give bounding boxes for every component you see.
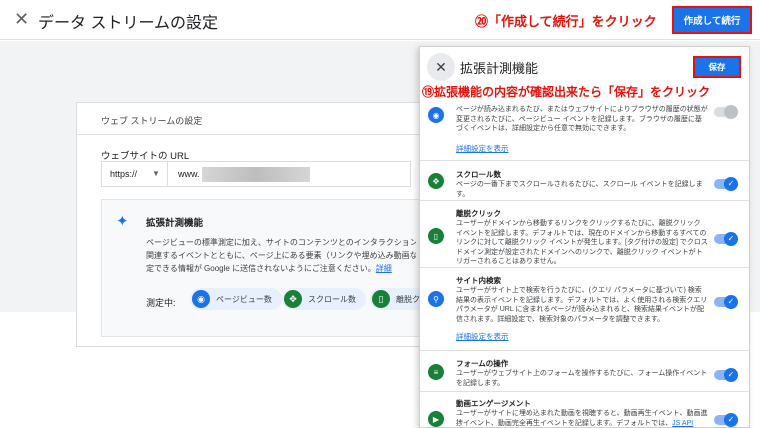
url-value: www. [178,169,200,179]
chip-page-views: ◉ ページビュー数 [190,288,282,310]
measuring-label: 測定中: [146,298,176,308]
form-icon: ≡ [428,364,444,380]
chip-label: スクロール数 [308,294,356,304]
chip-label: ページビュー数 [216,294,272,304]
section-desc: ページの一番下までスクロールされるたびに、スクロール イベントを記録します。 [456,181,703,198]
section-video-engagement: ▶ 動画エンゲージメント ユーザーがサイトに埋め込まれた動画を視聴すると、動画再… [420,393,749,427]
section-desc: ユーザーがサイトに埋め込まれた動画を視聴すると、動画再生イベント、動画進捗イベン… [456,409,708,427]
site-search-toggle[interactable]: ✓ [714,295,738,309]
save-button[interactable]: 保存 [693,56,741,78]
mouse-icon: ▯ [428,228,444,244]
enhanced-desc-line2: 関連するイベントとともに、ページ上にある要素（リンクや埋め込み動画など） [146,251,416,260]
section-title: スクロール数 [456,170,501,179]
web-stream-card: ウェブ ストリームの設定 ウェブサイトの URL https:// ▼ www.… [76,102,428,347]
url-input[interactable]: www. [167,161,411,187]
sparkle-icon: ✦ [116,213,129,230]
section-title: 動画エンゲージメント [456,399,531,408]
enhanced-description: ページビューの標準測定に加え、サイトのコンテンツとのインタラクションを自 関連す… [146,236,416,275]
enhanced-desc-line3: 定できる情報が Google に送信されないようにご注意ください。詳細 [146,262,416,275]
eye-icon: ◉ [192,290,210,308]
page-views-toggle[interactable] [714,105,738,119]
section-title: フォームの操作 [456,359,509,368]
section-form-interactions: ≡ フォームの操作 ユーザーがウェブサイト上のフォームを操作するたびに、フォーム… [420,352,749,392]
chip-scrolls: ✥ スクロール数 [282,288,366,310]
protocol-value: https:// [110,169,138,179]
enhanced-measurement-box: ✦ 拡張計測機能 ページビューの標準測定に加え、サイトのコンテンツとのインタラク… [101,199,428,337]
search-icon: ⚲ [428,291,444,307]
eye-icon: ◉ [428,107,444,123]
video-engagement-toggle[interactable]: ✓ [714,413,738,427]
advanced-settings-link[interactable]: 詳細設定を表示 [456,331,509,342]
check-icon: ✓ [724,232,738,246]
section-site-search: ⚲ サイト内検索 ユーザーがサイト上で検索を行うたびに、(クエリ パラメータに基… [420,269,749,351]
panel-title: 拡張計測機能 [460,61,539,76]
create-and-continue-button[interactable]: 作成して続行 [672,6,752,34]
page-title: データ ストリームの設定 [38,15,218,32]
mouse-icon: ▯ [372,290,390,308]
annotation-continue: ⑳「作成して続行」をクリック [475,14,657,29]
play-icon: ▶ [428,411,444,427]
url-row: https:// ▼ www. [101,161,411,187]
check-icon: ✓ [724,368,738,382]
outbound-clicks-toggle[interactable]: ✓ [714,232,738,246]
close-icon[interactable]: ✕ [427,53,455,81]
top-bar: ✕ データ ストリームの設定 ⑳「作成して続行」をクリック 作成して続行 [0,0,760,40]
form-interactions-toggle[interactable]: ✓ [714,368,738,382]
annotation-save: ⑲拡張機能の内容が確認出来たら「保存」をクリック [422,85,711,99]
js-api-link[interactable]: JS API [672,420,693,427]
section-scrolls: ✥ スクロール数 ページの一番下までスクロールされるたびに、スクロール イベント… [420,161,749,201]
section-title: サイト内検索 [456,276,501,285]
section-desc: ユーザーがドメインから移動するリンクをクリックするたびに、離脱クリック イベント… [456,220,708,266]
section-outbound-clicks: ▯ 離脱クリック ユーザーがドメインから移動するリンクをクリックするたびに、離脱… [420,202,749,268]
enhanced-desc-line1: ページビューの標準測定に加え、サイトのコンテンツとのインタラクションを自 [146,238,416,247]
close-icon[interactable]: ✕ [14,9,30,29]
section-title: 離脱クリック [456,209,501,218]
scrolls-toggle[interactable]: ✓ [714,177,738,191]
enhanced-desc-line3-text: 定できる情報が Google に送信されないようにご注意ください。 [146,264,376,273]
section-desc: ユーザーがウェブサイト上のフォームを操作するたびに、フォーム操作イベントを記録し… [456,370,708,387]
redacted-url [202,167,310,182]
target-icon: ✥ [428,173,444,189]
card-heading: ウェブ ストリームの設定 [77,103,425,135]
protocol-select[interactable]: https:// ▼ [101,161,167,187]
section-desc-text: ユーザーがサイトに埋め込まれた動画を視聴すると、動画再生イベント、動画進捗イベン… [456,410,708,427]
section-desc: ユーザーがサイト上で検索を行うたびに、(クエリ パラメータに基づいて) 検索結果… [456,287,708,323]
enhanced-title: 拡張計測機能 [146,218,204,229]
check-icon: ✓ [724,295,738,309]
toggle-knob [724,105,738,119]
url-label: ウェブサイトの URL [101,151,190,162]
detail-link[interactable]: 詳細 [376,264,392,273]
section-desc: ページが読み込まれるたび、またはウェブサイトによりブラウザの履歴の状態が変更され… [456,106,708,133]
dropdown-arrow-icon: ▼ [152,169,160,178]
target-icon: ✥ [284,290,302,308]
enhanced-measurement-panel: ✕ 拡張計測機能 保存 ⑲拡張機能の内容が確認出来たら「保存」をクリック ◉ ペ… [419,46,750,428]
check-icon: ✓ [724,177,738,191]
advanced-settings-link[interactable]: 詳細設定を表示 [456,143,509,154]
section-page-views: ◉ ページが読み込まれるたび、またはウェブサイトによりブラウザの履歴の状態が変更… [420,103,749,161]
check-icon: ✓ [724,413,738,427]
